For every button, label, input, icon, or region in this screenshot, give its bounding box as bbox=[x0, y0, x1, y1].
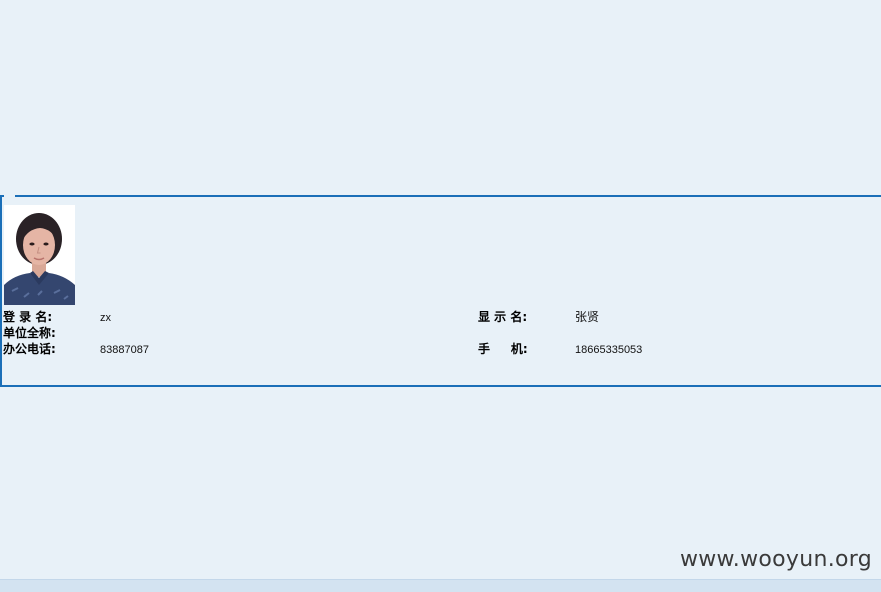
login-name-value: zx bbox=[100, 312, 111, 324]
panel-legend-gap bbox=[4, 194, 15, 198]
user-photo bbox=[4, 205, 75, 305]
display-name-label: 显 示 名: bbox=[478, 310, 528, 324]
user-info-panel bbox=[0, 195, 881, 387]
unit-full-name-label: 单位全称: bbox=[3, 326, 56, 340]
display-name-value: 张贤 bbox=[575, 310, 600, 324]
portrait-image bbox=[4, 205, 75, 305]
bottom-status-bar bbox=[0, 579, 881, 592]
watermark-text: www.wooyun.org bbox=[679, 547, 872, 572]
mobile-value: 18665335053 bbox=[575, 344, 643, 356]
office-phone-value: 83887087 bbox=[100, 344, 149, 356]
login-name-label: 登 录 名: bbox=[3, 310, 53, 324]
mobile-label: 手 机: bbox=[478, 342, 528, 356]
office-phone-label: 办公电话: bbox=[3, 342, 56, 356]
